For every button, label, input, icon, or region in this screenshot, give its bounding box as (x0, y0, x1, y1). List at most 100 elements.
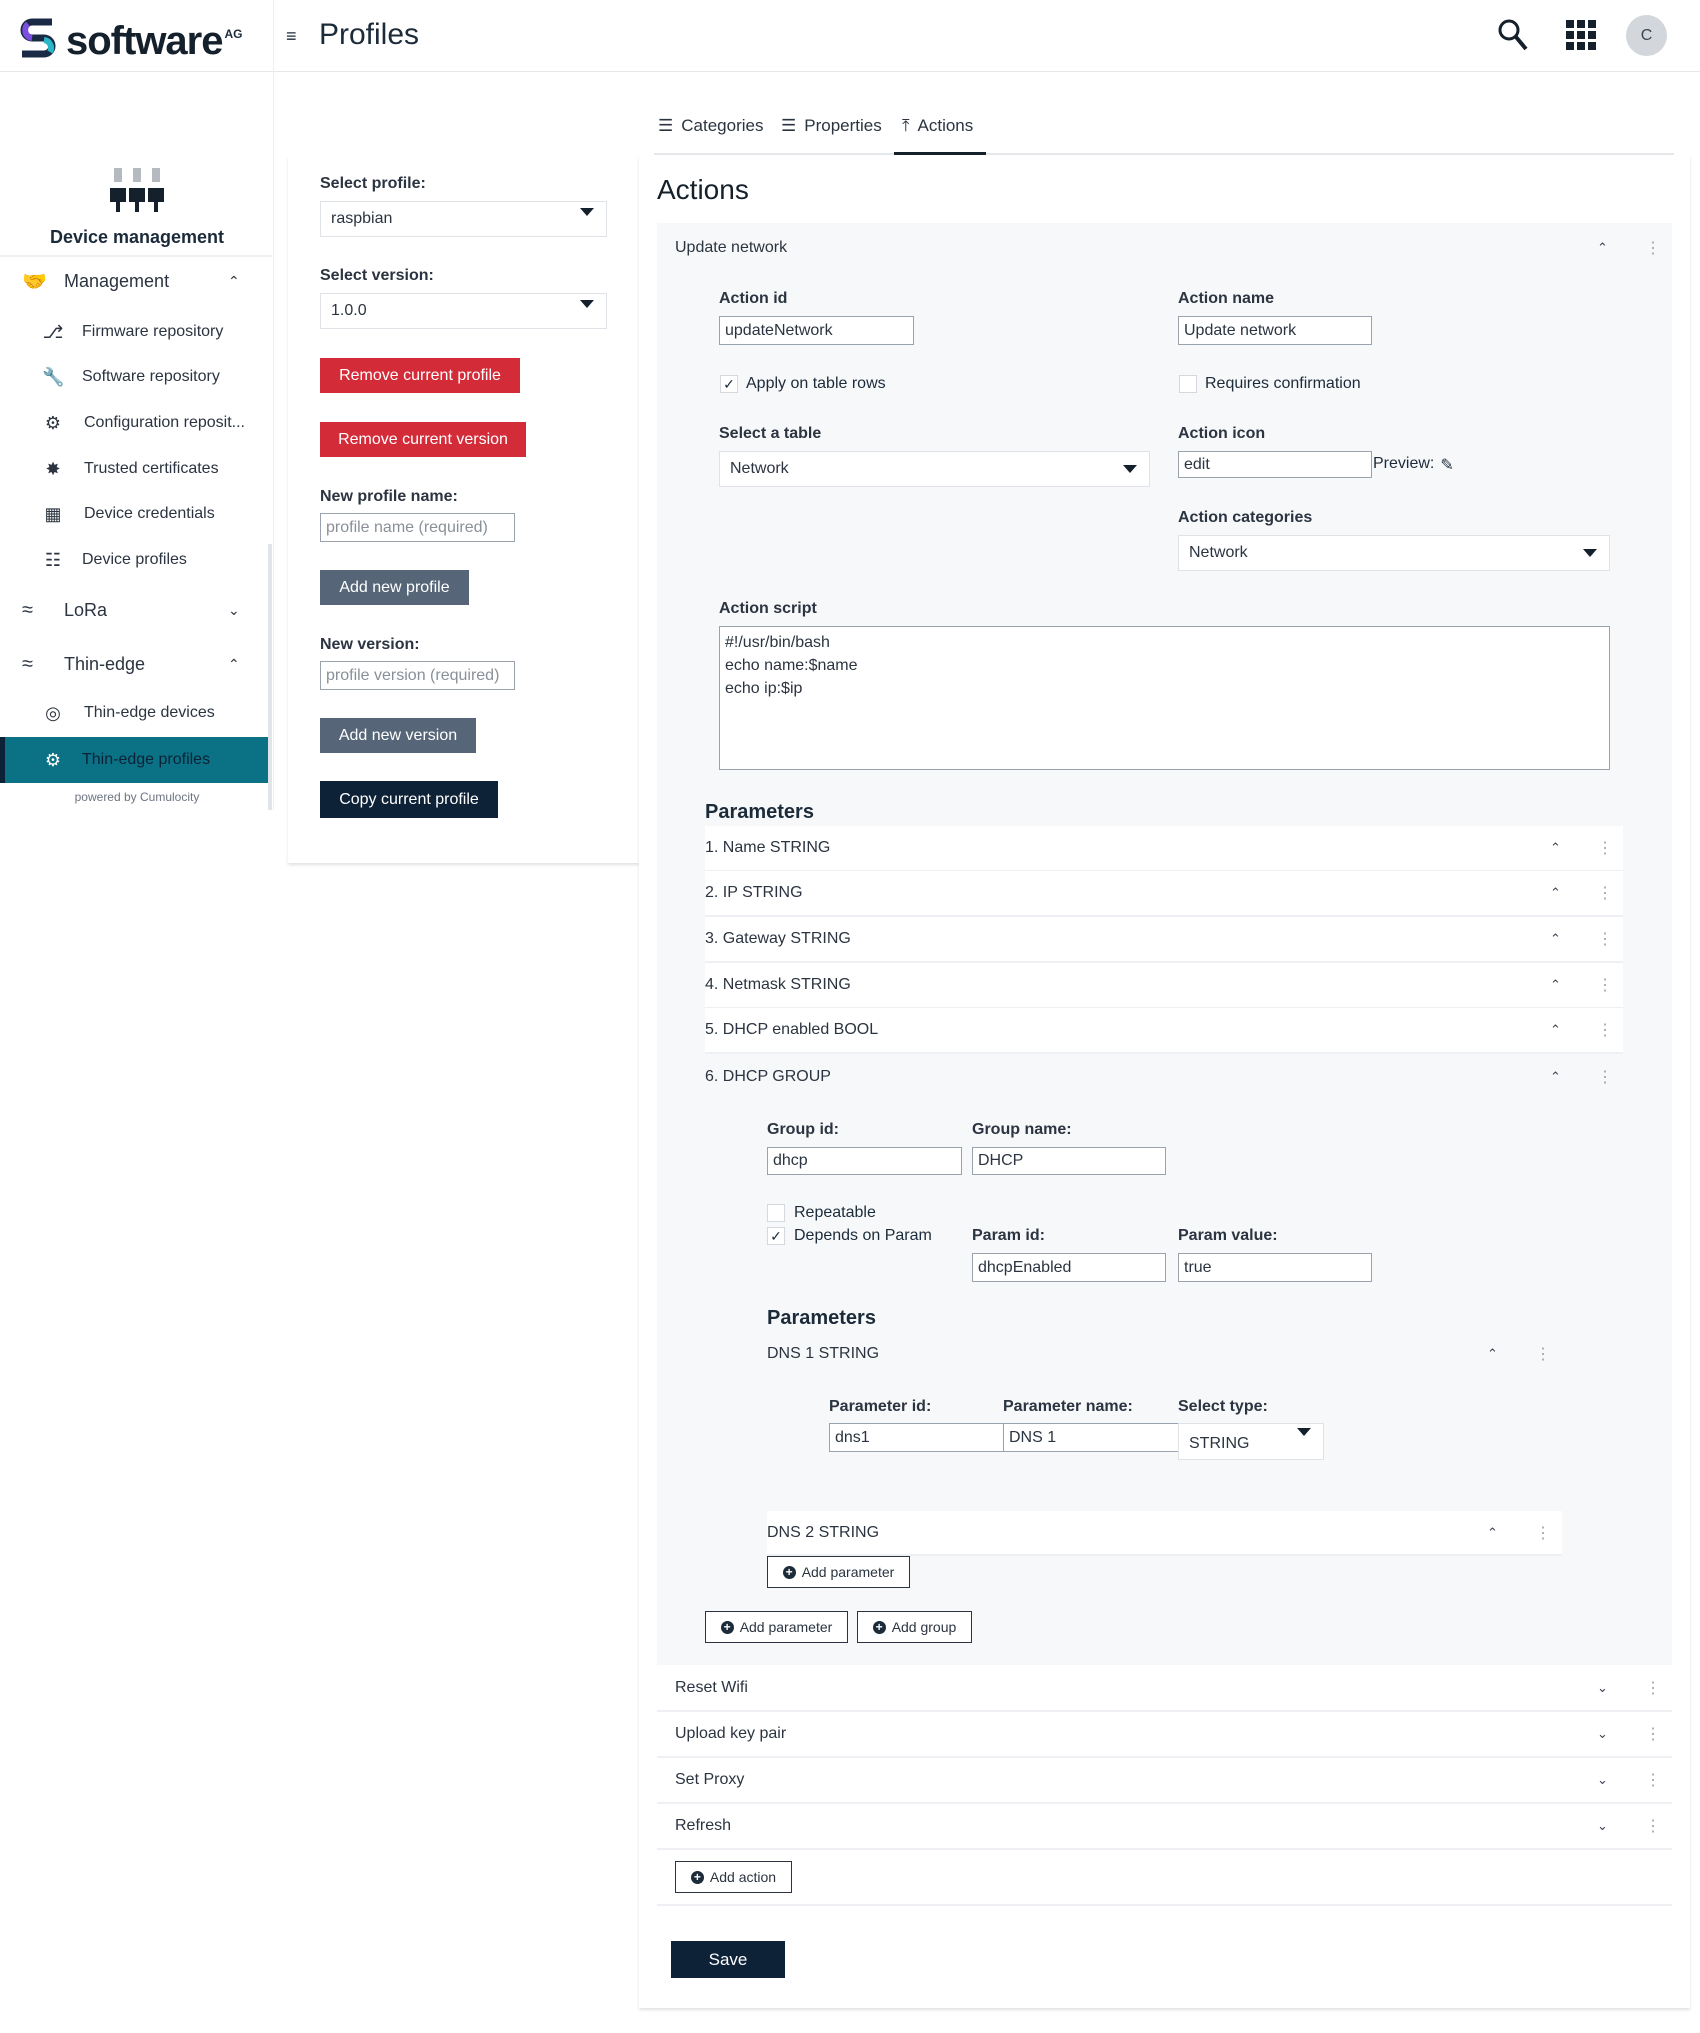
more-options-icon[interactable]: ⋮ (1535, 1523, 1551, 1543)
more-options-icon[interactable]: ⋮ (1597, 838, 1613, 858)
param-id-label: Param id: (972, 1227, 1045, 1244)
software-icon: 🔧 (42, 366, 65, 387)
sidebar-item-thin-edge-profiles[interactable]: ⚙ Thin-edge profiles (0, 737, 270, 783)
add-action-button[interactable]: + Add action (675, 1861, 792, 1893)
add-profile-button[interactable]: Add new profile (320, 570, 469, 605)
caret-down-icon (580, 300, 594, 308)
item-label: Software repository (82, 368, 220, 385)
parameters-heading: Parameters (705, 801, 814, 823)
save-button[interactable]: Save (671, 1941, 785, 1978)
copy-profile-button[interactable]: Copy current profile (320, 781, 498, 818)
param-id-input[interactable]: dhcpEnabled (972, 1253, 1166, 1282)
chevron-down-icon: ⌄ (1597, 1772, 1608, 1787)
requires-confirmation-checkbox[interactable] (1179, 375, 1197, 393)
parameter-name-input[interactable]: DNS 1 (1003, 1423, 1179, 1452)
select-profile[interactable]: raspbian (320, 201, 607, 237)
chevron-up-icon: ⌃ (1487, 1524, 1498, 1540)
more-options-icon[interactable]: ⋮ (1597, 929, 1613, 949)
remove-profile-button[interactable]: Remove current profile (320, 358, 520, 393)
item-label: Firmware repository (82, 323, 224, 340)
more-options-icon[interactable]: ⋮ (1645, 238, 1661, 258)
sidebar-toggle-icon[interactable]: ≡ (286, 26, 297, 47)
action-row[interactable]: Set Proxy ⌄ ⋮ (657, 1758, 1672, 1804)
actions-heading: Actions (657, 174, 749, 205)
search-icon[interactable] (1497, 18, 1529, 57)
action-row[interactable]: Upload key pair ⌄ ⋮ (657, 1712, 1672, 1758)
remove-version-button[interactable]: Remove current version (320, 422, 526, 457)
tab-properties[interactable]: ☰ Properties (781, 116, 882, 136)
sidebar-item-configuration-repository[interactable]: ⚙ Configuration reposit... (0, 403, 270, 443)
param-row-dns2[interactable]: DNS 2 STRING ⌃ ⋮ (767, 1511, 1562, 1556)
caret-down-icon (1297, 1428, 1311, 1436)
action-id-input[interactable]: updateNetwork (719, 316, 914, 345)
action-icon-label: Action icon (1178, 425, 1266, 442)
param-row[interactable]: 3. Gateway STRING ⌃ ⋮ (705, 917, 1623, 963)
select-version[interactable]: 1.0.0 (320, 293, 607, 329)
item-label: Thin-edge profiles (82, 751, 211, 768)
new-version-input[interactable]: profile version (required) (320, 661, 515, 690)
sidebar-group-thin-edge[interactable]: ≈ Thin-edge ⌃ (0, 642, 270, 686)
app-switcher-icon[interactable] (1566, 20, 1596, 50)
param-row[interactable]: 4. Netmask STRING ⌃ ⋮ (705, 963, 1623, 1009)
sidebar-scrollbar[interactable] (268, 544, 272, 810)
sidebar-group-lora[interactable]: ≈ LoRa ⌄ (0, 588, 270, 632)
action-row[interactable]: Refresh ⌄ ⋮ (657, 1804, 1672, 1850)
action-script-textarea[interactable]: #!/usr/bin/bash echo name:$name echo ip:… (719, 626, 1610, 770)
param-row[interactable]: 2. IP STRING ⌃ ⋮ (705, 871, 1623, 917)
user-avatar[interactable]: C (1626, 15, 1667, 56)
new-profile-input[interactable]: profile name (required) (320, 513, 515, 542)
apply-rows-checkbox[interactable]: ✓ (720, 375, 738, 393)
more-options-icon[interactable]: ⋮ (1535, 1344, 1551, 1364)
depends-on-param-checkbox[interactable]: ✓ (767, 1227, 785, 1245)
sidebar-item-software-repository[interactable]: 🔧 Software repository (0, 357, 270, 397)
sidebar-item-thin-edge-devices[interactable]: ◎ Thin-edge devices (0, 693, 270, 733)
param-title: 2. IP STRING (705, 884, 803, 901)
group-name-input[interactable]: DHCP (972, 1147, 1166, 1175)
param-row[interactable]: 6. DHCP GROUP ⌃ ⋮ (705, 1054, 1623, 1100)
param-value-input[interactable]: true (1178, 1253, 1372, 1282)
sidebar-item-device-profiles[interactable]: ☷ Device profiles (0, 540, 270, 580)
action-name-input[interactable]: Update network (1178, 316, 1372, 345)
sidebar-item-trusted-certificates[interactable]: ✸ Trusted certificates (0, 449, 270, 489)
parameter-id-input[interactable]: dns1 (829, 1423, 1004, 1452)
select-type[interactable]: STRING (1178, 1423, 1324, 1460)
plus-circle-icon: + (782, 1565, 796, 1579)
more-options-icon[interactable]: ⋮ (1645, 1724, 1661, 1744)
action-row[interactable]: Reset Wifi ⌄ ⋮ (657, 1666, 1672, 1712)
action-icon-input[interactable]: edit (1178, 451, 1372, 478)
gear-icon: ⚙ (44, 749, 62, 770)
sidebar-group-management[interactable]: 🤝 Management ⌃ (0, 259, 270, 303)
device-management-icon (110, 168, 164, 225)
more-options-icon[interactable]: ⋮ (1645, 1816, 1661, 1836)
more-options-icon[interactable]: ⋮ (1645, 1678, 1661, 1698)
wifi-icon: ≈ (22, 652, 33, 675)
param-row[interactable]: 1. Name STRING ⌃ ⋮ (705, 826, 1623, 872)
add-group-button[interactable]: + Add group (857, 1611, 972, 1643)
tab-categories[interactable]: ☰ Categories (658, 116, 763, 136)
param-row[interactable]: 5. DHCP enabled BOOL ⌃ ⋮ (705, 1008, 1623, 1054)
button-label: Add parameter (801, 1564, 895, 1580)
add-parameter-button[interactable]: + Add parameter (705, 1611, 848, 1643)
more-options-icon[interactable]: ⋮ (1597, 883, 1613, 903)
action-header-update-network[interactable]: Update network ⌃ ⋮ (675, 230, 1665, 266)
chevron-up-icon: ⌃ (1487, 1346, 1498, 1361)
more-options-icon[interactable]: ⋮ (1597, 1067, 1613, 1087)
group-id-input[interactable]: dhcp (767, 1147, 962, 1175)
more-options-icon[interactable]: ⋮ (1645, 1770, 1661, 1790)
group-add-parameter-button[interactable]: + Add parameter (767, 1556, 910, 1588)
sidebar-item-device-credentials[interactable]: ▦ Device credentials (0, 494, 270, 534)
more-options-icon[interactable]: ⋮ (1597, 975, 1613, 995)
button-label: Add group (891, 1619, 957, 1635)
add-version-button[interactable]: Add new version (320, 718, 476, 753)
action-categories-select[interactable]: Network (1178, 535, 1610, 571)
sidebar-item-firmware-repository[interactable]: ⎇ Firmware repository (0, 312, 270, 352)
tab-actions[interactable]: ⤒ Actions (902, 116, 973, 136)
wifi-icon: ≈ (22, 598, 33, 621)
plus-circle-icon: + (872, 1620, 886, 1634)
repeatable-checkbox[interactable] (767, 1204, 785, 1222)
thin-edge-devices-icon: ◎ (45, 702, 61, 723)
param-row-dns1[interactable]: DNS 1 STRING ⌃ ⋮ (767, 1336, 1562, 1372)
select-table[interactable]: Network (719, 451, 1150, 487)
firmware-icon: ⎇ (42, 321, 64, 342)
more-options-icon[interactable]: ⋮ (1597, 1020, 1613, 1040)
